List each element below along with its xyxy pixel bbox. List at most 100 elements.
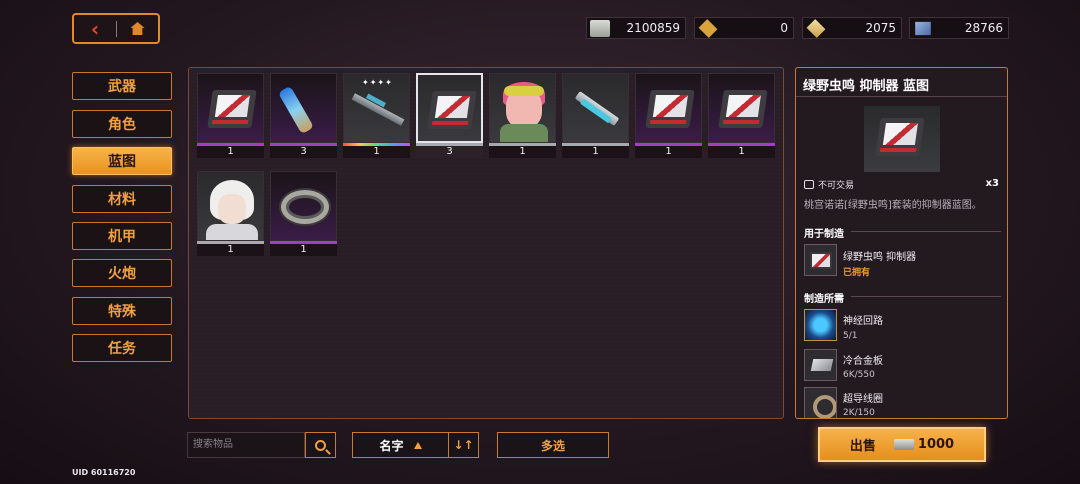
currency-value: 28766 — [964, 21, 1003, 35]
item-image — [197, 171, 264, 241]
suppressor-case-icon — [718, 90, 768, 128]
sell-price-value: 1000 — [917, 437, 955, 452]
sidebar-item-weapons[interactable]: 武器 — [72, 72, 172, 100]
sort-order-button[interactable]: ↓↑ — [448, 432, 479, 458]
coil-icon — [281, 190, 329, 224]
inventory-item[interactable]: 1 — [197, 73, 264, 158]
currency-cash: 2100859 — [586, 17, 686, 39]
requirement-name: 神经回路 — [843, 316, 883, 327]
inventory-item-selected[interactable]: 3 — [416, 73, 483, 158]
crafted-item-name: 绿野虫鸣 抑制器 — [843, 252, 917, 263]
sort-dropdown[interactable]: 名字 — [352, 432, 448, 458]
suppressor-icon — [810, 252, 832, 269]
character-portrait-icon — [218, 194, 246, 224]
home-button[interactable] — [117, 15, 158, 42]
inventory-item[interactable]: 3 — [270, 73, 337, 158]
requirement-item[interactable] — [804, 349, 837, 381]
sidebar-item-blueprints[interactable]: 蓝图 — [72, 147, 172, 175]
inventory-item[interactable]: ✦✦✦✦ 1 — [343, 73, 410, 158]
sell-price: 1000 — [893, 437, 955, 452]
sell-button[interactable]: 出售 1000 — [818, 427, 986, 462]
crafted-item[interactable] — [804, 244, 837, 276]
sidebar-item-label: 角色 — [108, 117, 136, 133]
requirement-item[interactable] — [804, 309, 837, 341]
inventory-grid: 1 3 ✦✦✦✦ 1 3 1 1 1 1 1 1 — [188, 67, 784, 419]
inventory-item[interactable]: 1 — [562, 73, 629, 158]
item-image: ✦✦✦✦ — [343, 73, 410, 143]
item-preview — [864, 106, 940, 172]
item-count: 1 — [708, 146, 775, 158]
sidebar-item-label: 蓝图 — [108, 154, 136, 170]
item-count: 1 — [562, 146, 629, 158]
cube-icon — [915, 21, 931, 36]
trade-status-label: 不可交易 — [818, 181, 855, 191]
section-heading-used-for: 用于制造 — [804, 229, 844, 240]
item-image — [197, 73, 264, 143]
sidebar-item-label: 武器 — [108, 79, 136, 95]
sidebar-item-artillery[interactable]: 火炮 — [72, 259, 172, 287]
swap-order-icon: ↓↑ — [453, 438, 474, 452]
character-body-icon — [206, 224, 258, 240]
sort-label: 名字 — [379, 438, 404, 453]
gold-crystal-icon — [698, 19, 718, 38]
nav-bar: ‹ — [72, 13, 160, 44]
inventory-item[interactable]: 1 — [197, 171, 264, 256]
untradeable-icon — [804, 180, 814, 189]
requirement-amount: 2K/150 — [843, 408, 875, 418]
search-icon — [315, 439, 326, 451]
search-input[interactable]: 搜索物品 — [187, 432, 305, 458]
divider — [851, 231, 1001, 232]
suppressor-case-icon — [207, 90, 257, 128]
star-rank-icon: ✦✦✦✦ — [362, 78, 393, 87]
section-heading-requirements: 制造所需 — [804, 294, 844, 305]
item-title: 绿野虫鸣 抑制器 蓝图 — [803, 79, 930, 94]
inventory-item[interactable]: 1 — [708, 73, 775, 158]
item-image — [416, 73, 483, 143]
sidebar-item-quests[interactable]: 任务 — [72, 334, 172, 362]
chevron-left-icon: ‹ — [90, 16, 100, 41]
cash-icon — [893, 439, 914, 450]
requirement-name: 超导线圈 — [843, 394, 883, 405]
requirement-name: 冷合金板 — [843, 356, 883, 367]
cash-icon — [590, 20, 610, 37]
item-count: 3 — [270, 146, 337, 158]
inventory-item[interactable]: 1 — [489, 73, 556, 158]
crystal-shard-icon — [806, 19, 826, 38]
back-button[interactable]: ‹ — [74, 15, 116, 42]
item-count: 1 — [343, 146, 410, 158]
suppressor-case-icon — [427, 91, 477, 129]
item-count: 3 — [416, 146, 483, 158]
search-button[interactable] — [305, 432, 336, 458]
currency-value: 0 — [780, 21, 788, 35]
sidebar-item-label: 任务 — [108, 341, 136, 357]
sidebar-item-special[interactable]: 特殊 — [72, 297, 172, 325]
item-count: 1 — [197, 146, 264, 158]
user-id: UID 60116720 — [72, 468, 136, 477]
goggles-icon — [504, 86, 544, 96]
currency-gold-crystal: 0 — [694, 17, 794, 39]
lightning-bolt-icon — [277, 85, 315, 135]
sidebar-item-label: 机甲 — [108, 229, 136, 245]
multi-select-button[interactable]: 多选 — [497, 432, 609, 458]
requirement-amount: 5/1 — [843, 331, 858, 341]
item-detail-panel: 绿野虫鸣 抑制器 蓝图 不可交易 x3 桃宫诺诺[绿野虫鸣]套装的抑制器蓝图。 … — [795, 67, 1008, 419]
divider — [851, 296, 1001, 297]
sidebar-item-label: 特殊 — [108, 304, 136, 320]
sidebar-item-mechs[interactable]: 机甲 — [72, 222, 172, 250]
sort-ascending-icon — [413, 441, 422, 449]
item-count: 1 — [635, 146, 702, 158]
inventory-item[interactable]: 1 — [635, 73, 702, 158]
currency-crystal-shard: 2075 — [802, 17, 902, 39]
item-count: 1 — [489, 146, 556, 158]
item-image — [489, 73, 556, 143]
requirement-item[interactable] — [804, 387, 837, 418]
item-quantity: x3 — [985, 178, 999, 189]
sidebar-item-materials[interactable]: 材料 — [72, 185, 172, 213]
item-count: 1 — [270, 244, 337, 256]
inventory-item[interactable]: 1 — [270, 171, 337, 256]
item-image — [635, 73, 702, 143]
character-body-icon — [500, 124, 548, 142]
requirement-amount: 6K/550 — [843, 370, 875, 380]
item-image — [270, 73, 337, 143]
sidebar-item-characters[interactable]: 角色 — [72, 110, 172, 138]
